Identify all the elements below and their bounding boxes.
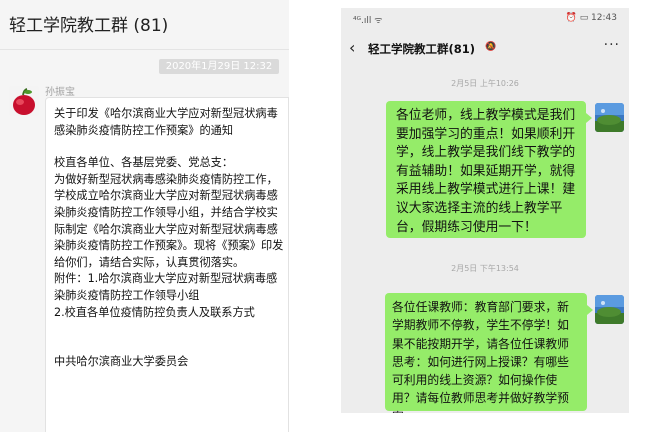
message-signature: 中共哈尔滨商业大学委员会 (54, 355, 189, 369)
chat-nav-bar: ‹ 轻工学院教工群(81) 🔕 ··· (341, 37, 629, 61)
message-bubble[interactable]: 各位老师，线上教学模式是我们要加强学习的重点！如果顺利开学，线上教学是我们线下教… (386, 101, 592, 238)
chat-title: 轻工学院教工群(81) (368, 42, 476, 56)
sender-avatar[interactable] (595, 295, 624, 324)
back-icon[interactable]: ‹ (349, 39, 355, 57)
sender-avatar[interactable] (9, 86, 39, 116)
message-salutation: 校直各单位、各基层党委、党总支： (54, 156, 234, 170)
status-bar: ⁴ᴳ.ıll ᯤ ⏰ ▭ 12:43 (341, 8, 629, 30)
system-status: ⏰ ▭ 12:43 (565, 13, 617, 23)
chat-header: 轻工学院教工群 (81) (0, 0, 289, 50)
timestamp-badge: 2020年1月29日 12:32 (159, 59, 279, 74)
chat-title: 轻工学院教工群 (81) (9, 16, 169, 36)
message-time: 2月5日 上午10:26 (451, 79, 519, 88)
message-time: 2月5日 下午13:54 (451, 264, 519, 273)
sender-avatar[interactable] (595, 103, 624, 132)
signal-icon: ⁴ᴳ.ıll ᯤ (353, 16, 383, 26)
desktop-chat-panel: 轻工学院教工群 (81) 2020年1月29日 12:32 孙振宝 关于印发《哈… (0, 0, 289, 432)
message-attachment-1: 附件：1.哈尔滨商业大学应对新型冠状病毒感染肺炎疫情防控工作领导小组 (54, 272, 278, 302)
sender-name: 孙振宝 (45, 87, 75, 98)
message-attachment-2: 2.校直各单位疫情防控负责人及联系方式 (54, 305, 255, 319)
message-heading: 关于印发《哈尔滨商业大学应对新型冠状病毒感染肺炎疫情防控工作预案》的通知 (54, 107, 278, 137)
message-bubble[interactable]: 关于印发《哈尔滨商业大学应对新型冠状病毒感染肺炎疫情防控工作预案》的通知 校直各… (45, 97, 289, 432)
phone-chat-panel: ⁴ᴳ.ıll ᯤ ⏰ ▭ 12:43 ‹ 轻工学院教工群(81) 🔕 ··· 2… (341, 8, 629, 413)
message-body: 为做好新型冠状病毒感染肺炎疫情防控工作，学校成立哈尔滨商业大学应对新型冠状病毒感… (54, 172, 284, 269)
message-bubble[interactable]: 各位任课教师：教育部门要求，新学期教师不停教，学生不停学！如果不能按期开学，请各… (385, 293, 593, 413)
more-icon[interactable]: ··· (604, 37, 620, 53)
mute-icon: 🔕 (485, 42, 497, 52)
